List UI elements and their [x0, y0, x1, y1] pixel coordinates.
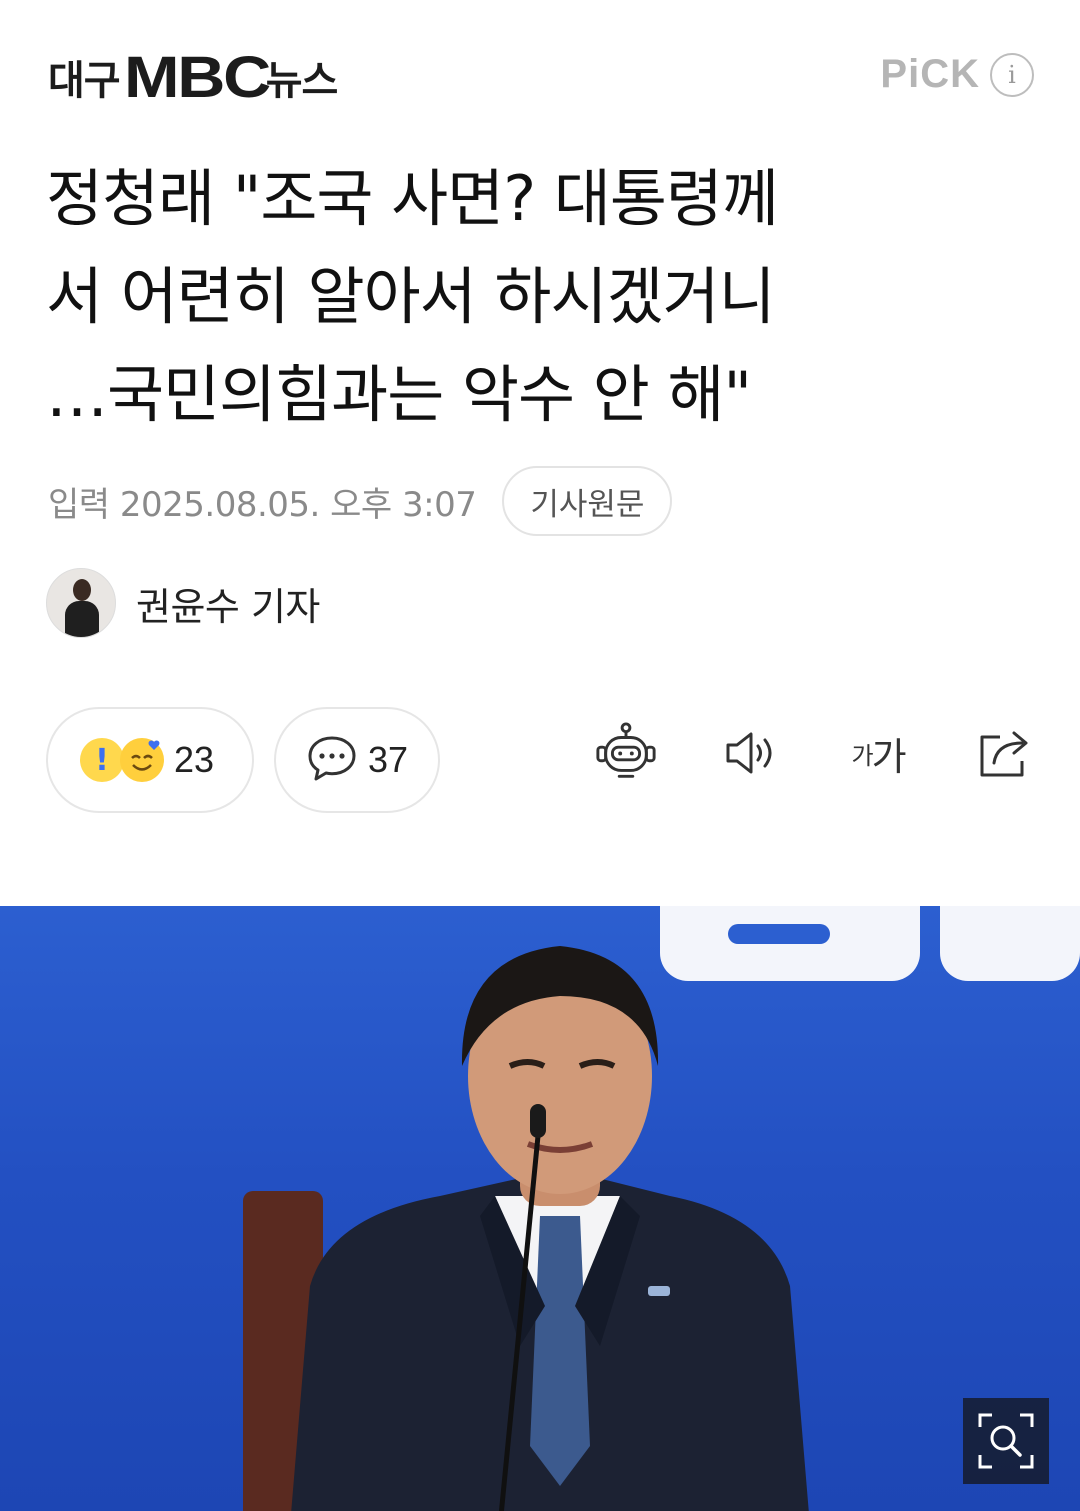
- article-photo[interactable]: [0, 906, 1080, 1511]
- robot-summary-icon[interactable]: [594, 721, 658, 785]
- zoom-search-icon[interactable]: [963, 1398, 1049, 1484]
- title-line-1: 정청래 "조국 사면? 대통령께: [46, 162, 779, 235]
- share-icon[interactable]: [972, 721, 1036, 785]
- speaker-icon[interactable]: [720, 721, 784, 785]
- article-title: 정청래 "조국 사면? 대통령께 서 어련히 알아서 하시겠거니 …국민의힘과는…: [46, 150, 1036, 444]
- daegu-mbc-news-logo[interactable]: 대구 MBC 뉴스: [48, 45, 338, 110]
- comment-count: 37: [368, 739, 409, 780]
- font-size-small-label: 가: [851, 741, 873, 770]
- reaction-count: 23: [174, 739, 215, 780]
- title-line-3: …국민의힘과는 악수 안 해": [46, 358, 752, 431]
- logo-prefix: 대구: [48, 58, 121, 104]
- reporter-info[interactable]: 권윤수 기자: [46, 568, 320, 638]
- pick-badge[interactable]: PiCK i: [880, 52, 1034, 97]
- publish-date: 입력 2025.08.05. 오후 3:07: [48, 484, 477, 525]
- pick-label: PiCK: [880, 52, 980, 96]
- logo-brand: MBC: [123, 45, 271, 110]
- info-icon[interactable]: i: [990, 52, 1034, 97]
- action-bar: ! 23 37 가 가: [46, 707, 1036, 813]
- speaker-person: [291, 946, 809, 1511]
- reporter-avatar[interactable]: [46, 568, 116, 638]
- article-tools: 가가: [594, 721, 1036, 785]
- original-article-button[interactable]: 기사원문: [502, 466, 673, 536]
- font-size-icon[interactable]: 가가: [846, 721, 910, 785]
- exclamation-emoji-icon: !: [80, 738, 124, 782]
- app-header: 대구 MBC 뉴스 PiCK i: [0, 0, 1080, 150]
- comment-button[interactable]: 37: [274, 707, 440, 813]
- article-meta: 입력 2025.08.05. 오후 3:07 기사원문: [48, 466, 673, 536]
- title-line-2: 서 어련히 알아서 하시겠거니: [46, 260, 776, 333]
- smile-heart-emoji-icon: [120, 738, 164, 782]
- backdrop-sign: [940, 906, 1080, 981]
- speech-bubble-icon: [306, 734, 358, 786]
- reaction-button[interactable]: ! 23: [46, 707, 254, 813]
- reporter-name[interactable]: 권윤수 기자: [136, 576, 320, 631]
- font-size-large-label: 가: [871, 734, 907, 779]
